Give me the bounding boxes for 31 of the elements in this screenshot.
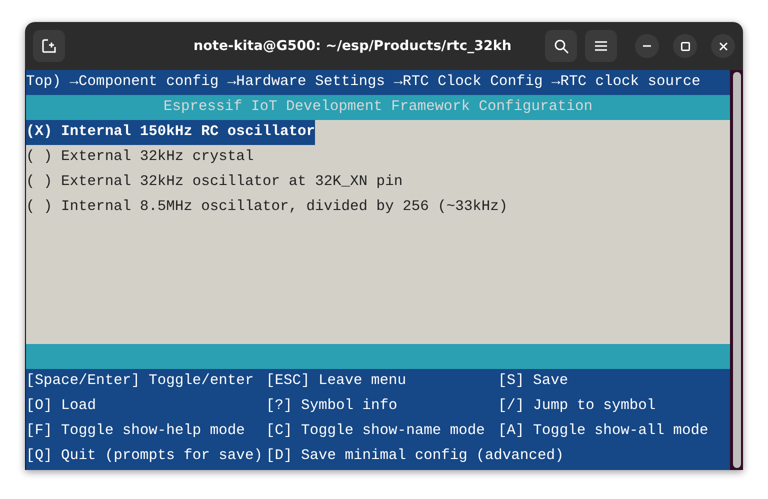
- key-hint: [/] Jump to symbol: [498, 397, 657, 416]
- key-hint: [O] Load: [26, 397, 98, 416]
- search-button[interactable]: [545, 30, 577, 62]
- radio-option[interactable]: ( ) External 32kHz oscillator at 32K_XN pin: [26, 170, 403, 195]
- window-title: note-kita@G500: ~/esp/Products/rtc_32kh: [192, 38, 512, 54]
- minimize-button[interactable]: [635, 34, 659, 58]
- key-hint: [Space/Enter] Toggle/enter: [26, 372, 255, 391]
- new-tab-button[interactable]: [33, 30, 65, 62]
- search-icon: [554, 38, 568, 54]
- maximize-icon: [680, 42, 690, 50]
- radio-option[interactable]: ( ) Internal 8.5MHz oscillator, divided by 256 (~33kHz): [26, 195, 508, 220]
- menu-title: Espressif IoT Development Framework Configuration: [26, 95, 730, 120]
- key-hint: [?] Symbol info: [266, 397, 398, 416]
- maximize-button[interactable]: [673, 34, 697, 58]
- minimize-icon: [643, 45, 651, 47]
- key-hint: [D] Save minimal config (advanced): [266, 447, 565, 466]
- key-hint: [S] Save: [498, 372, 570, 391]
- scrollbar[interactable]: [733, 72, 741, 468]
- key-hint: [F] Toggle show-help mode: [26, 422, 246, 441]
- menu-icon: [595, 41, 607, 51]
- close-icon: [718, 42, 728, 50]
- new-tab-icon: [42, 39, 56, 53]
- close-button[interactable]: [711, 34, 735, 58]
- radio-option[interactable]: ( ) External 32kHz crystal: [26, 145, 254, 170]
- breadcrumb-path: Top) →Component config →Hardware Settings →RTC Clock Config →RTC clock source: [26, 70, 730, 95]
- key-hint: [Q] Quit (prompts for save): [26, 447, 264, 466]
- key-hint: [A] Toggle show-all mode: [498, 422, 710, 441]
- radio-option[interactable]: (X) Internal 150kHz RC oscillator: [26, 120, 316, 145]
- key-hint: [ESC] Leave menu: [266, 372, 408, 391]
- menu-button[interactable]: [585, 30, 617, 62]
- key-hint: [C] Toggle show-name mode: [266, 422, 486, 441]
